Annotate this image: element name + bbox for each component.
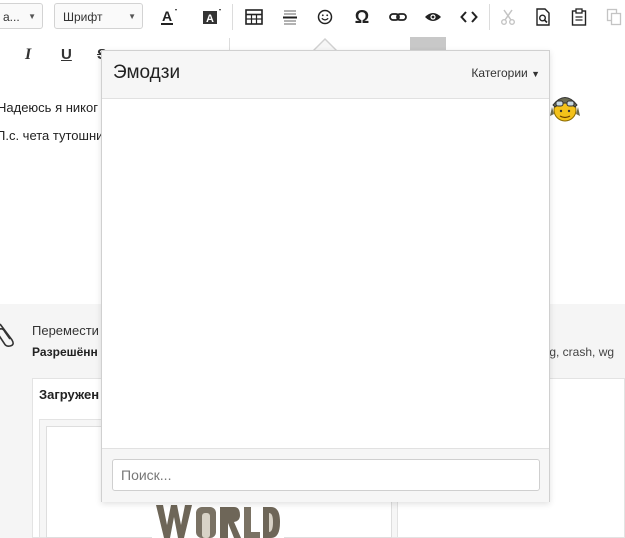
emoji-popup: Эмодзи Категории ▼ — [101, 50, 550, 502]
chevron-down-icon: ▼ — [28, 12, 36, 21]
preview-button[interactable] — [420, 5, 446, 29]
chevron-down-icon: ▼ — [128, 12, 136, 21]
omega-icon: Ω — [354, 6, 370, 27]
emoji-popup-title: Эмодзи — [113, 62, 181, 83]
code-icon — [460, 11, 478, 23]
font-select-value: Шрифт — [63, 10, 103, 24]
attach-move-text: Перемести — [32, 323, 99, 338]
allowed-extensions-label: Разрешённ — [32, 345, 98, 359]
toolbar-separator — [229, 38, 230, 50]
cut-icon — [501, 9, 515, 25]
editor-text-line[interactable]: Надеюсь я никог — [0, 100, 98, 115]
emoji-popup-header: Эмодзи Категории ▼ — [102, 51, 549, 99]
editor-toolbar: a... ▼ Шрифт ▼ A A Ω — [0, 0, 625, 36]
paperclip-icon — [0, 323, 14, 347]
paste-button[interactable] — [566, 5, 592, 29]
copy-button[interactable] — [601, 5, 625, 29]
style-select-value: a... — [3, 10, 20, 24]
emoji-popup-footer — [102, 448, 549, 502]
emoji-button[interactable] — [312, 5, 338, 29]
emoji-search-input[interactable] — [112, 459, 540, 491]
caret-down-icon: ▼ — [531, 69, 540, 79]
svg-text:A: A — [206, 13, 214, 25]
font-select[interactable]: Шрифт ▼ — [54, 3, 143, 29]
copy-icon — [606, 8, 622, 26]
italic-button[interactable]: I — [25, 46, 31, 64]
allowed-extensions-list: log, crash, wg — [540, 345, 615, 359]
eye-icon — [425, 13, 441, 21]
link-icon — [389, 13, 407, 21]
horizontal-rule-icon — [283, 10, 297, 25]
cut-button[interactable] — [495, 5, 521, 29]
editor-text-line[interactable]: П.с. чета тутошни — [0, 128, 103, 143]
horizontal-rule-button[interactable] — [277, 5, 303, 29]
svg-text:A: A — [162, 8, 172, 24]
font-color-button[interactable]: A — [155, 5, 181, 29]
source-code-button[interactable] — [456, 5, 482, 29]
find-button[interactable] — [530, 5, 556, 29]
categories-label: Категории — [471, 66, 528, 80]
paste-icon — [571, 8, 587, 26]
font-color-icon: A — [161, 8, 177, 25]
emoji-list[interactable] — [102, 99, 549, 448]
toolbar-separator — [489, 4, 490, 30]
background-color-button[interactable]: A — [198, 5, 224, 29]
background-color-icon: A — [203, 9, 221, 25]
link-button[interactable] — [385, 5, 411, 29]
pilot-emoji-icon — [550, 97, 580, 122]
table-button[interactable] — [241, 5, 267, 29]
special-char-button[interactable]: Ω — [349, 5, 375, 29]
categories-dropdown[interactable]: Категории ▼ — [471, 66, 540, 80]
world-logo-image — [152, 497, 284, 538]
toolbar-placeholder-block — [410, 37, 446, 50]
style-select[interactable]: a... ▼ — [0, 3, 43, 29]
underline-button[interactable]: U — [61, 46, 72, 63]
uploaded-files-title: Загружен — [39, 387, 100, 402]
find-icon — [536, 8, 550, 26]
smiley-icon — [317, 9, 333, 25]
table-icon — [245, 9, 263, 25]
toolbar-separator — [232, 4, 233, 30]
